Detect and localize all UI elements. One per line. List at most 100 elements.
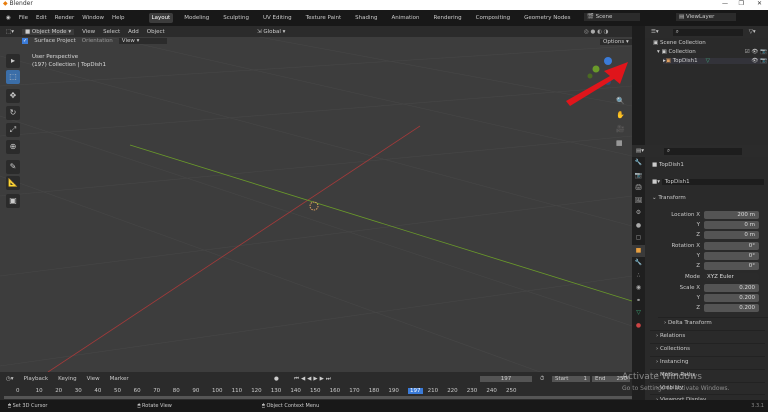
object-tab-icon[interactable]: ■ (632, 244, 645, 257)
transform-orientation-dropdown[interactable]: ⇲ Global ▾ (257, 29, 285, 35)
object-visibility-icons[interactable]: 👁 📷 (751, 58, 767, 64)
output-tab-icon[interactable]: 🖨 (632, 182, 645, 195)
scale-x-field[interactable]: 0.200 (704, 284, 759, 292)
menu-file[interactable]: File (19, 15, 28, 21)
tab-uv-editing[interactable]: UV Editing (260, 13, 295, 23)
panel-motion-paths[interactable]: › Motion Paths (650, 369, 765, 380)
menu-edit[interactable]: Edit (36, 15, 47, 21)
options-dropdown[interactable]: Options ▾ (600, 39, 632, 45)
material-tab-icon[interactable]: ● (632, 320, 645, 333)
menu-playback[interactable]: Playback (24, 376, 49, 382)
filter-icon[interactable]: ▽▾ (749, 29, 756, 35)
transform-tool-icon[interactable]: ⊕ (6, 140, 20, 154)
tab-texture-paint[interactable]: Texture Paint (303, 13, 345, 23)
menu-add[interactable]: Add (128, 29, 139, 35)
rotation-z-field[interactable]: 0° (704, 262, 759, 270)
editor-type-icon[interactable]: ▤▾ (636, 148, 644, 154)
scale-z-field[interactable]: 0.200 (704, 304, 759, 312)
location-x-field[interactable]: 200 m (704, 211, 759, 219)
rotation-mode-dropdown[interactable]: XYZ Euler (704, 273, 759, 281)
tool-tab-icon[interactable]: 🔧 (632, 157, 645, 170)
scene-tab-icon[interactable]: ⚙ (632, 207, 645, 220)
select-box-tool-icon[interactable]: ⬚ (6, 70, 20, 84)
outliner-scene-collection[interactable]: ▣ Scene Collection (653, 40, 706, 46)
playback-controls[interactable]: ⏮◀◀▶▶⏭ (294, 376, 333, 383)
editor-type-icon[interactable]: ⬚▾ (6, 29, 14, 35)
panel-instancing[interactable]: › Instancing (650, 356, 765, 367)
frame-ruler[interactable]: 0 10 20 30 40 50 60 70 80 90 100 110 120 130 140 150 160… (0, 387, 632, 396)
tweak-tool-icon[interactable]: ▸ (6, 54, 20, 68)
minimize-button[interactable]: — (722, 0, 728, 7)
panel-delta-transform[interactable]: › Delta Transform (658, 317, 768, 328)
start-frame-field[interactable]: Start 1 (552, 376, 590, 382)
outliner-search-input[interactable]: ⌕ (672, 28, 743, 36)
end-frame-field[interactable]: End 250 (592, 376, 630, 382)
modifier-tab-icon[interactable]: 🔧 (632, 257, 645, 270)
timeline-scrollbar[interactable] (4, 396, 632, 399)
tab-compositing[interactable]: Compositing (473, 13, 513, 23)
grid-toggle-icon[interactable]: ▦ (616, 136, 625, 150)
world-tab-icon[interactable]: ● (632, 220, 645, 233)
particles-tab-icon[interactable]: ∴ (632, 270, 645, 283)
constraints-tab-icon[interactable]: ⚭ (632, 295, 645, 308)
scale-y-field[interactable]: 0.200 (704, 294, 759, 302)
object-name-field[interactable]: TopDish1 (661, 179, 764, 185)
menu-marker[interactable]: Marker (110, 376, 129, 382)
annotate-tool-icon[interactable]: ✎ (6, 160, 20, 174)
tab-sculpting[interactable]: Sculpting (220, 13, 252, 23)
menu-select[interactable]: Select (103, 29, 120, 35)
current-frame-marker[interactable]: 197 (408, 388, 423, 394)
blender-menu-icon[interactable]: ◉ (6, 15, 11, 21)
editor-type-icon[interactable]: ◷▾ (6, 376, 14, 382)
close-button[interactable]: ✕ (757, 0, 762, 7)
view-layer-tab-icon[interactable]: 🖼 (632, 195, 645, 208)
add-cube-tool-icon[interactable]: ▣ (6, 194, 20, 208)
3d-viewport[interactable]: ⬚▾ ■ Object Mode ▾ View Select Add Objec… (0, 26, 632, 372)
panel-visibility[interactable]: › Visibility (650, 382, 765, 393)
tab-rendering[interactable]: Rendering (431, 13, 465, 23)
collection-tab-icon[interactable]: ▢ (632, 232, 645, 245)
object-data-row[interactable]: ■▾ TopDish1 (652, 179, 764, 185)
tab-modeling[interactable]: Modeling (181, 13, 212, 23)
menu-object[interactable]: Object (147, 29, 165, 35)
move-tool-icon[interactable]: ✥ (6, 89, 20, 103)
shading-buttons[interactable]: ◎ ● ◐ ◑ (584, 29, 608, 35)
render-tab-icon[interactable]: 📷 (632, 170, 645, 183)
maximize-button[interactable]: ❐ (739, 0, 744, 7)
rotate-tool-icon[interactable]: ↻ (6, 106, 20, 120)
stopwatch-icon[interactable]: ⏱ (540, 376, 544, 383)
view-layer-selector[interactable]: ▤ ViewLayer (676, 13, 736, 21)
rotation-y-field[interactable]: 0° (704, 252, 759, 260)
panel-collections[interactable]: › Collections (650, 343, 765, 354)
display-mode-icon[interactable]: ☰▾ (651, 29, 659, 35)
tab-animation[interactable]: Animation (388, 13, 422, 23)
tab-shading[interactable]: Shading (352, 13, 380, 23)
zoom-icon[interactable]: 🔍 (616, 94, 625, 108)
pan-hand-icon[interactable]: ✋ (616, 108, 625, 122)
mode-dropdown[interactable]: ■ Object Mode ▾ (21, 28, 75, 35)
transform-panel-header[interactable]: ⌄ Transform (652, 195, 686, 201)
menu-window[interactable]: Window (82, 15, 104, 21)
menu-view[interactable]: View (82, 29, 95, 35)
location-z-field[interactable]: 0 m (704, 231, 759, 239)
rotation-x-field[interactable]: 0° (704, 242, 759, 250)
physics-tab-icon[interactable]: ◉ (632, 282, 645, 295)
outliner-collection[interactable]: ▾ ▣ Collection ☑ 👁 📷 (657, 49, 767, 55)
menu-view[interactable]: View (87, 376, 100, 382)
measure-tool-icon[interactable]: 📐 (6, 176, 20, 190)
location-y-field[interactable]: 0 m (704, 221, 759, 229)
properties-search-input[interactable]: ⌕ (663, 147, 742, 155)
surface-project-checkbox[interactable]: ✓ (22, 38, 29, 44)
tab-geometry-nodes[interactable]: Geometry Nodes (521, 13, 573, 23)
current-frame-field[interactable]: 197 (480, 376, 532, 382)
menu-render[interactable]: Render (55, 15, 75, 21)
menu-help[interactable]: Help (112, 15, 125, 21)
visibility-icons[interactable]: ☑ 👁 📷 (745, 49, 767, 55)
orientation-dropdown[interactable]: View ▾ (118, 38, 167, 44)
camera-icon[interactable]: 🎥 (616, 122, 625, 136)
data-tab-icon[interactable]: ▽ (632, 307, 645, 320)
menu-keying[interactable]: Keying (58, 376, 76, 382)
tab-layout[interactable]: Layout (148, 13, 174, 23)
scene-selector[interactable]: 🎬 Scene (584, 13, 640, 21)
scale-tool-icon[interactable]: ⤢ (6, 123, 20, 137)
